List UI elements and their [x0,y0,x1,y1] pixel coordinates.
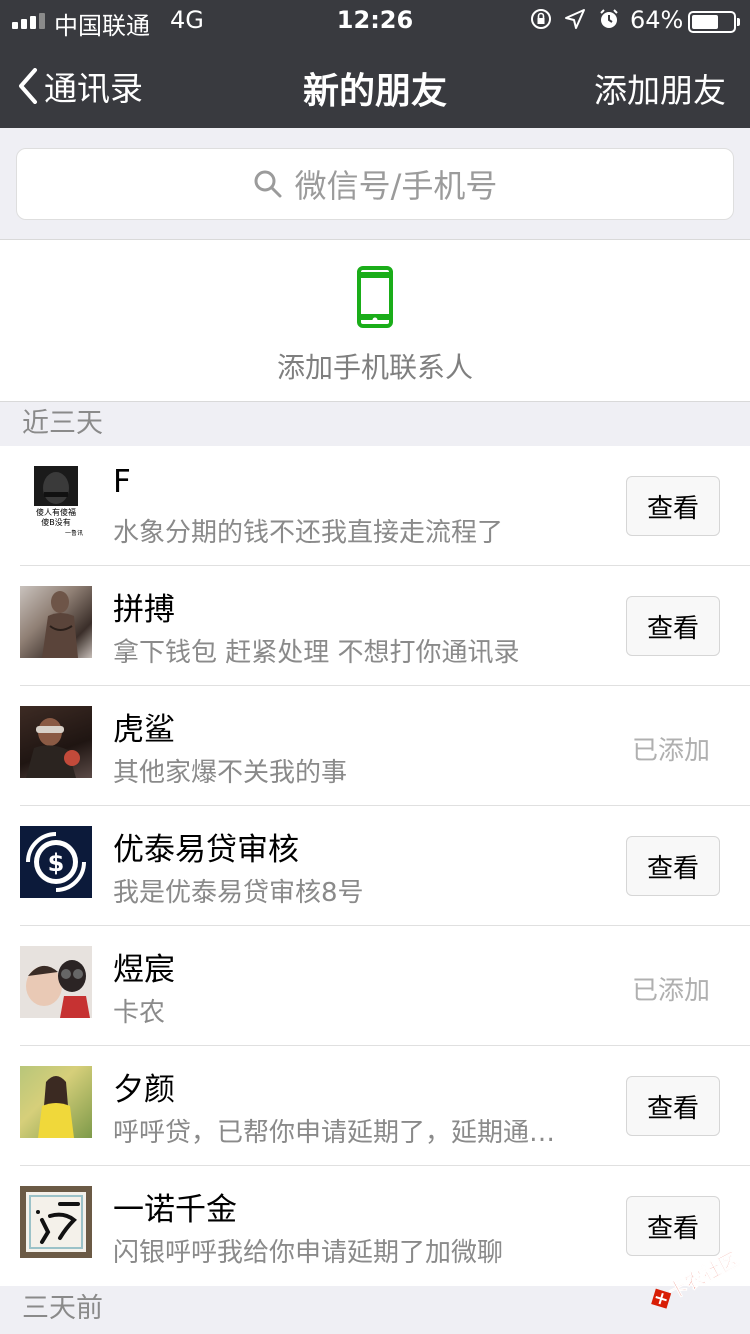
location-icon [565,9,585,29]
friend-name: 一诺千金 [113,1192,237,1228]
list-item[interactable]: 夕颜 呼呼贷，已帮你申请延期了，延期通… 查看 [0,1046,750,1166]
friend-message: 呼呼贷，已帮你申请延期了，延期通… [113,1118,556,1148]
search-input[interactable]: 微信号/手机号 [16,148,734,220]
svg-text:卡农社区: 卡农社区 [664,1248,742,1304]
section-header-older: 三天前 [0,1286,750,1334]
friend-name: 虎鲨 [113,712,175,748]
battery-percentage: 64% [630,6,684,34]
avatar [20,706,92,778]
view-button[interactable]: 查看 [626,836,720,896]
search-icon [254,170,282,198]
search-placeholder: 微信号/手机号 [294,167,498,205]
list-item[interactable]: 煜宸 卡农 已添加 [0,926,750,1046]
added-status: 已添加 [631,736,710,766]
avatar [20,1186,92,1258]
friend-name: 优泰易贷审核 [113,832,299,868]
avatar [20,586,92,658]
add-friend-button[interactable]: 添加朋友 [594,64,726,112]
avatar-caption-line2: 傻B没有 [41,517,71,527]
friend-name: 拼搏 [113,592,175,628]
add-phone-contacts-label: 添加手机联系人 [276,351,473,384]
battery-fill [692,15,718,29]
avatar: 傻人有傻福 傻B没有 一鲁讯 [20,466,92,538]
top-bar: 中国联通 4G 12:26 64% 通讯录 新的朋友 添加朋友 [0,0,750,128]
avatar [20,1066,92,1138]
friend-message: 卡农 [113,998,166,1028]
friend-name: 夕颜 [113,1072,175,1108]
orientation-lock-icon [531,9,551,29]
view-button[interactable]: 查看 [626,1076,720,1136]
list-item[interactable]: 虎鲨 其他家爆不关我的事 已添加 [0,686,750,806]
phone-icon [357,266,393,328]
friend-request-list: 傻人有傻福 傻B没有 一鲁讯 F 水象分期的钱不还我直接走流程了 查看 拼搏 拿… [0,446,750,1286]
search-area: 微信号/手机号 [0,128,750,240]
svg-text:$: $ [48,849,65,877]
friend-message: 我是优泰易贷审核8号 [113,878,364,908]
view-button[interactable]: 查看 [626,596,720,656]
added-status: 已添加 [631,976,710,1006]
avatar-caption-line3: 一鲁讯 [65,529,83,537]
add-phone-contacts-button[interactable]: 添加手机联系人 [0,240,750,402]
friend-message: 其他家爆不关我的事 [113,758,348,788]
status-bar: 中国联通 4G 12:26 64% [0,0,750,40]
alarm-icon [600,9,618,28]
friend-message: 闪银呼呼我给你申请延期了加微聊 [113,1238,504,1268]
view-button[interactable]: 查看 [626,476,720,536]
list-item[interactable]: $ 优泰易贷审核 我是优泰易贷审核8号 查看 [0,806,750,926]
list-item[interactable]: 拼搏 拿下钱包 赶紧处理 不想打你通讯录 查看 [0,566,750,686]
battery-icon [688,11,740,33]
friend-message: 拿下钱包 赶紧处理 不想打你通讯录 [113,638,520,668]
friend-name: F [113,464,131,500]
status-icons [530,8,620,30]
list-item[interactable]: 傻人有傻福 傻B没有 一鲁讯 F 水象分期的钱不还我直接走流程了 查看 [0,446,750,566]
section-header-recent: 近三天 [0,402,750,446]
avatar: $ [20,826,92,898]
list-item[interactable]: 一诺千金 闪银呼呼我给你申请延期了加微聊 查看 [0,1166,750,1286]
avatar-caption-line1: 傻人有傻福 [36,507,76,517]
watermark-logo: 卡农社区 [646,1244,746,1314]
friend-message: 水象分期的钱不还我直接走流程了 [113,518,504,548]
avatar [20,946,92,1018]
friend-name: 煜宸 [113,952,175,988]
